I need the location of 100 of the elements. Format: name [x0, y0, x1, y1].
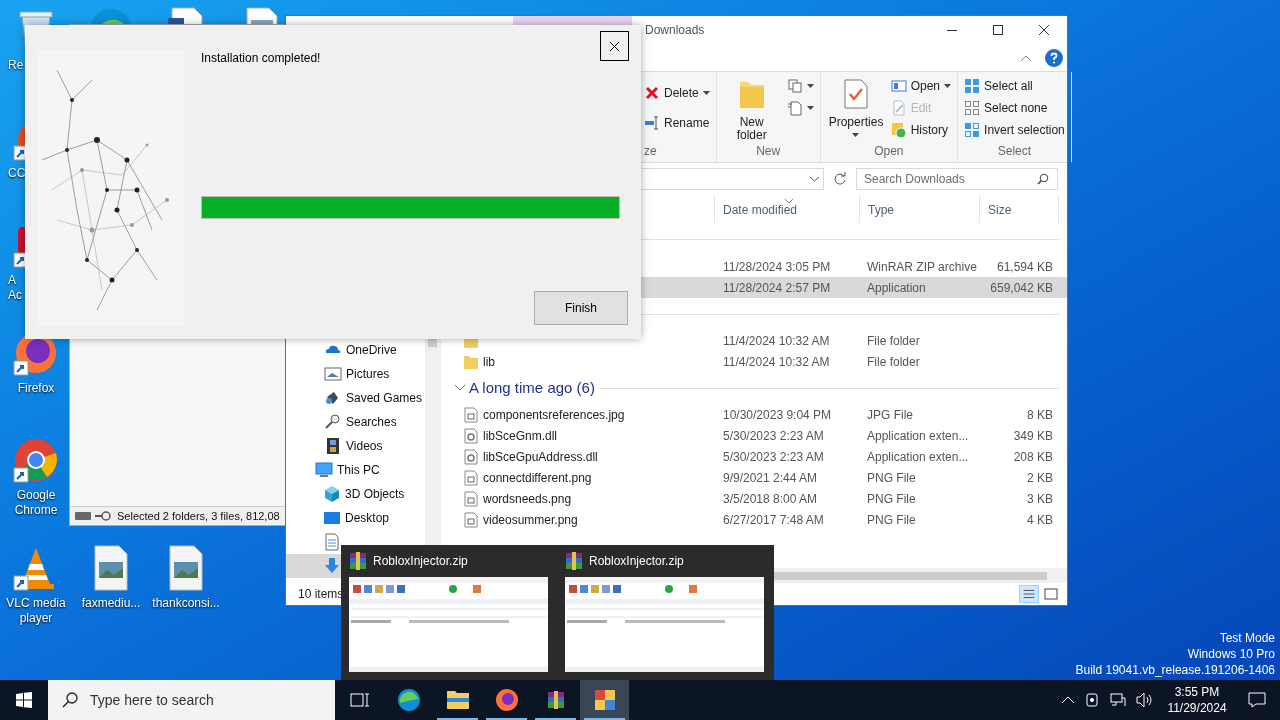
- image-file-icon: [463, 511, 479, 528]
- search-icon: [1037, 173, 1049, 185]
- running-indicator: [584, 718, 625, 720]
- file-row[interactable]: libSceGpuAddress.dll 5/30/2023 2:23 AM Application exten... 208 KB: [441, 446, 1067, 467]
- new-item-icon: [786, 100, 803, 116]
- archive-app-icon: [349, 552, 367, 570]
- ribbon-button[interactable]: History: [890, 119, 952, 141]
- window-title: Downloads: [644, 22, 706, 39]
- date-cell-text: 11/4/2024 10:32 AM: [723, 332, 831, 350]
- file-row[interactable]: lib 11/4/2024 10:32 AM File folder: [441, 351, 1067, 372]
- chevron-up-icon[interactable]: [1062, 696, 1074, 704]
- icon-label: Google Chrome: [14, 488, 58, 518]
- folder-icon: [445, 689, 470, 711]
- date-cell-text: 3/5/2018 8:00 AM: [723, 490, 819, 508]
- date-cell-text: 11/28/2024 2:57 PM: [723, 279, 832, 297]
- search-field[interactable]: Search Downloads: [856, 168, 1058, 190]
- file-row[interactable]: componentsreferences.jpg 10/30/2023 9:04 PM JPG File 8 KB: [441, 404, 1067, 425]
- taskbar-search-field[interactable]: Type here to search: [48, 680, 335, 720]
- close-button[interactable]: [600, 31, 629, 61]
- type-cell-text: PNG File: [867, 511, 917, 529]
- group-header[interactable]: A long time ago (6): [455, 376, 595, 400]
- date-cell-text: 10/30/2023 9:04 PM: [723, 406, 833, 424]
- image-file-icon: [463, 469, 479, 486]
- caret-icon: [806, 106, 814, 110]
- file-name: lib: [483, 353, 495, 371]
- nav-item[interactable]: OneDrive: [286, 338, 425, 362]
- ribbon-large-button[interactable]: Properties: [826, 72, 885, 142]
- nav-item[interactable]: 3D Objects: [286, 482, 425, 506]
- column-header[interactable]: Size: [979, 196, 1059, 223]
- type-cell-text: File folder: [867, 353, 921, 371]
- nav-item[interactable]: This PC: [286, 458, 425, 482]
- nav-item[interactable]: Searches: [286, 410, 425, 434]
- edge-icon: [396, 688, 421, 712]
- date-cell-text: 11/4/2024 10:32 AM: [723, 353, 831, 371]
- system-notice-text: Test Mode: [1219, 630, 1275, 646]
- large-icons-view-icon[interactable]: [1041, 585, 1061, 603]
- caret-icon: [806, 84, 814, 88]
- close-icon: [610, 41, 619, 51]
- finish-button[interactable]: Finish: [534, 291, 628, 325]
- ribbon-button[interactable]: Delete: [644, 82, 710, 104]
- system-notice-text: Windows 10 Pro: [1187, 646, 1275, 662]
- date-cell-text: 5/30/2023 2:23 AM: [723, 427, 825, 445]
- nav-item[interactable]: Saved Games: [286, 386, 425, 410]
- running-indicator: [486, 718, 527, 720]
- file-row[interactable]: videosummer.png 6/27/2017 7:48 AM PNG File 4 KB: [441, 509, 1067, 530]
- file-row[interactable]: wordsneeds.png 3/5/2018 8:00 AM PNG File 3 KB: [441, 488, 1067, 509]
- cube-icon: [323, 485, 341, 503]
- size-cell-text: 8 KB: [1026, 406, 1053, 424]
- icon-label: faxmediu...: [81, 595, 141, 611]
- nav-item[interactable]: Desktop: [286, 506, 425, 530]
- device-icon[interactable]: [1084, 692, 1100, 708]
- collapse-ribbon-icon[interactable]: [1021, 54, 1031, 61]
- speaker-icon[interactable]: [1136, 692, 1154, 708]
- ribbon-large-button[interactable]: New folder: [722, 72, 781, 142]
- running-indicator: [437, 718, 478, 720]
- edit-icon: [890, 100, 907, 116]
- file-row[interactable]: libSceGnm.dll 5/30/2023 2:23 AM Application exten... 349 KB: [441, 425, 1067, 446]
- notification-icon: [1248, 692, 1266, 708]
- size-cell-text: 349 KB: [1012, 427, 1053, 445]
- gear-file-icon: [463, 427, 479, 444]
- file-name: connectdifferent.png: [483, 469, 592, 487]
- type-cell-text: Application exten...: [867, 448, 970, 466]
- network-icon[interactable]: [1110, 692, 1126, 708]
- copy-icon: [786, 78, 803, 94]
- task-view-icon: [349, 691, 370, 709]
- file-name: wordsneeds.png: [483, 490, 572, 508]
- ribbon-button[interactable]: Rename: [644, 112, 710, 134]
- file-name: libSceGpuAddress.dll: [483, 448, 598, 466]
- rename-icon: [644, 115, 660, 131]
- type-cell-text: JPG File: [867, 406, 914, 424]
- clock[interactable]: 3:55 PM 11/29/2024: [1160, 680, 1234, 720]
- nav-item[interactable]: Pictures: [286, 362, 425, 386]
- status-message: Installation completed!: [201, 51, 322, 65]
- chrome-icon[interactable]: [12, 436, 60, 484]
- folder-icon: [463, 353, 479, 370]
- ribbon-button[interactable]: Select all: [964, 75, 1065, 97]
- details-view-icon[interactable]: [1019, 585, 1039, 603]
- properties-icon: [841, 78, 870, 110]
- ribbon-button[interactable]: Open: [890, 75, 952, 97]
- ribbon-button[interactable]: Select none: [964, 97, 1065, 119]
- icon-label: VLC media player: [6, 595, 66, 626]
- taskbar-app-button[interactable]: [580, 680, 629, 720]
- window-preview[interactable]: RobloxInjector.zip: [565, 545, 764, 680]
- computer-icon: [315, 461, 333, 479]
- chevron-icon: [455, 385, 465, 391]
- file-row[interactable]: connectdifferent.png 9/9/2021 2:44 AM PNG File 2 KB: [441, 467, 1067, 488]
- file-name: videosummer.png: [483, 511, 578, 529]
- help-icon[interactable]: [1045, 48, 1063, 67]
- ribbon-button[interactable]: Invert selection: [964, 119, 1065, 141]
- column-header[interactable]: Type: [859, 196, 979, 223]
- nav-item[interactable]: Videos: [286, 434, 425, 458]
- minimize-icon: [947, 29, 957, 31]
- column-header[interactable]: Date modified: [714, 196, 859, 223]
- archive-app-icon: [546, 691, 565, 709]
- windows-logo-icon: [16, 692, 32, 708]
- film-strip-icon: [324, 437, 342, 455]
- size-cell-text: 208 KB: [1012, 448, 1053, 466]
- window-preview[interactable]: RobloxInjector.zip: [349, 545, 548, 680]
- icon-label: Firefox: [17, 380, 55, 396]
- ribbon-group-label: Open: [873, 143, 905, 160]
